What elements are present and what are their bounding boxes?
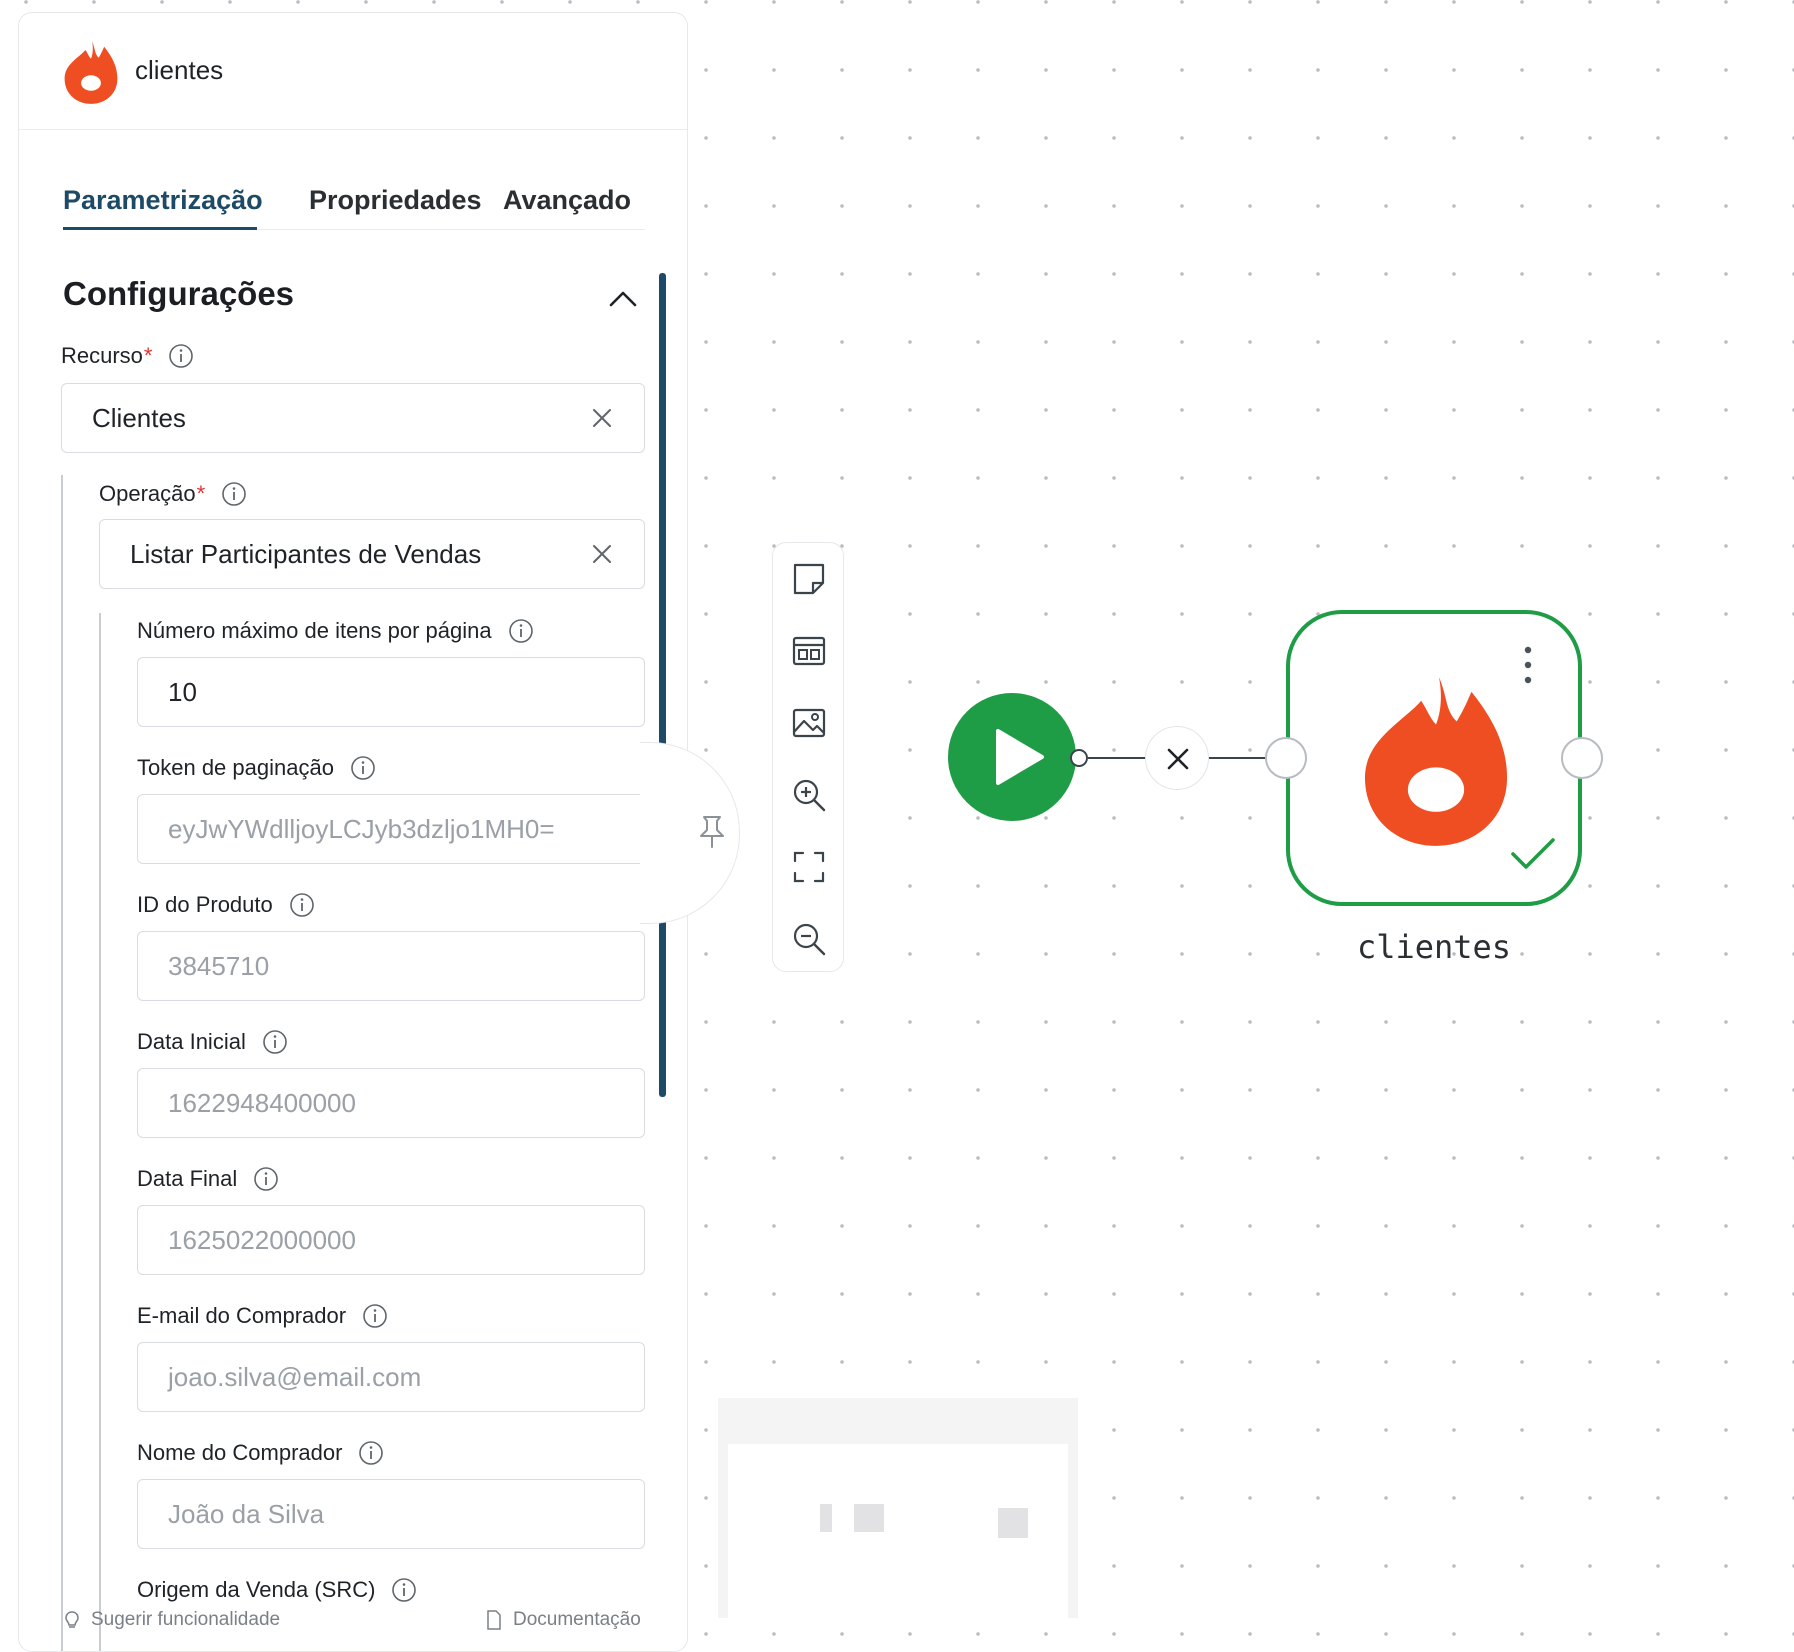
edge-line — [1209, 757, 1267, 759]
zoom-out-icon[interactable] — [791, 921, 827, 957]
email-label: E-mail do Comprador — [137, 1303, 388, 1329]
email-input[interactable]: joao.silva@email.com — [137, 1342, 645, 1412]
token-label: Token de paginação — [137, 755, 376, 781]
pin-icon[interactable] — [696, 814, 728, 850]
info-icon[interactable] — [358, 1440, 384, 1466]
chevron-up-icon[interactable] — [605, 281, 641, 317]
info-icon[interactable] — [221, 481, 247, 507]
zoom-in-icon[interactable] — [791, 777, 827, 813]
nome-label-text: Nome do Comprador — [137, 1440, 343, 1465]
max-itens-value: 10 — [168, 676, 197, 707]
required-mark: * — [196, 481, 206, 506]
config-panel: clientes Parametrização Propriedades Ava… — [18, 12, 688, 1652]
documentation-text: Documentação — [513, 1609, 641, 1630]
info-icon[interactable] — [391, 1577, 417, 1603]
info-icon[interactable] — [508, 618, 534, 644]
document-icon — [487, 1610, 501, 1630]
edge-line — [1088, 757, 1146, 759]
close-icon — [1167, 748, 1189, 770]
minimap-node — [998, 1508, 1028, 1538]
minimap-viewport — [728, 1444, 1068, 1624]
info-icon[interactable] — [262, 1029, 288, 1055]
info-icon[interactable] — [350, 755, 376, 781]
start-output-handle[interactable] — [1070, 749, 1088, 767]
operacao-label-text: Operação — [99, 481, 196, 506]
clientes-node[interactable] — [1286, 610, 1582, 906]
clear-icon[interactable] — [590, 542, 614, 566]
node-input-port[interactable] — [1265, 737, 1307, 779]
play-icon — [996, 729, 1044, 785]
data-final-input[interactable]: 1625022000000 — [137, 1205, 645, 1275]
operacao-label: Operação * — [99, 481, 247, 507]
info-icon[interactable] — [168, 343, 194, 369]
token-label-text: Token de paginação — [137, 755, 334, 780]
data-final-placeholder: 1625022000000 — [168, 1224, 356, 1255]
required-mark: * — [143, 343, 153, 368]
suggest-feature-text: Sugerir funcionalidade — [91, 1609, 281, 1630]
email-placeholder: joao.silva@email.com — [168, 1361, 422, 1392]
suggest-feature-link[interactable]: Sugerir funcionalidade — [63, 1609, 280, 1631]
section-title: Configurações — [63, 275, 295, 312]
start-trigger-node[interactable] — [948, 693, 1076, 821]
data-inicial-placeholder: 1622948400000 — [168, 1087, 356, 1118]
success-check-icon — [1511, 838, 1555, 869]
node-label: clientes — [1356, 928, 1512, 966]
recurso-label: Recurso * — [61, 343, 194, 369]
fit-view-icon[interactable] — [791, 849, 827, 885]
data-inicial-label: Data Inicial — [137, 1029, 288, 1055]
active-tab-indicator — [63, 227, 257, 230]
origem-label: Origem da Venda (SRC) — [137, 1577, 417, 1603]
tab-avancado[interactable]: Avançado — [503, 185, 631, 216]
documentation-link[interactable]: Documentação — [485, 1609, 641, 1631]
panel-scrollbar[interactable] — [659, 273, 666, 1097]
delete-edge-button[interactable] — [1145, 726, 1209, 790]
clear-icon[interactable] — [590, 406, 614, 430]
node-output-port[interactable] — [1561, 737, 1603, 779]
id-produto-placeholder: 3845710 — [168, 950, 270, 981]
id-produto-label-text: ID do Produto — [137, 892, 273, 917]
tab-propriedades[interactable]: Propriedades — [309, 185, 482, 216]
recurso-label-text: Recurso — [61, 343, 143, 368]
max-itens-label-text: Número máximo de itens por página — [137, 618, 492, 643]
data-inicial-label-text: Data Inicial — [137, 1029, 246, 1054]
minimap-node — [854, 1504, 884, 1532]
info-icon[interactable] — [362, 1303, 388, 1329]
canvas-toolbar — [772, 542, 844, 972]
recurso-select[interactable]: Clientes — [61, 383, 645, 453]
data-final-label-text: Data Final — [137, 1166, 238, 1191]
max-itens-input[interactable]: 10 — [137, 657, 645, 727]
panel-header: clientes — [19, 13, 687, 130]
more-options-icon[interactable] — [1518, 644, 1538, 686]
sticky-note-icon[interactable] — [791, 561, 827, 597]
flame-logo-icon — [64, 41, 118, 104]
lightbulb-icon — [65, 1611, 79, 1628]
info-icon[interactable] — [253, 1166, 279, 1192]
minimap-node — [820, 1504, 832, 1532]
nesting-line — [61, 475, 63, 1651]
recurso-value: Clientes — [92, 402, 186, 433]
email-label-text: E-mail do Comprador — [137, 1303, 347, 1328]
data-final-label: Data Final — [137, 1166, 279, 1192]
id-produto-label: ID do Produto — [137, 892, 315, 918]
nome-label: Nome do Comprador — [137, 1440, 384, 1466]
minimap[interactable] — [718, 1398, 1078, 1624]
layout-icon[interactable] — [791, 633, 827, 669]
nesting-line — [99, 613, 101, 1651]
nome-placeholder: João da Silva — [168, 1498, 325, 1529]
info-icon[interactable] — [289, 892, 315, 918]
operacao-select[interactable]: Listar Participantes de Vendas — [99, 519, 645, 589]
token-input[interactable]: eyJwYWdlljoyLCJyb3dzljo1MH0= — [137, 794, 645, 864]
max-itens-label: Número máximo de itens por página — [137, 618, 534, 644]
nome-input[interactable]: João da Silva — [137, 1479, 645, 1549]
origem-label-text: Origem da Venda (SRC) — [137, 1577, 376, 1602]
tabs: Parametrização Propriedades Avançado — [63, 171, 645, 230]
id-produto-input[interactable]: 3845710 — [137, 931, 645, 1001]
panel-title: clientes — [135, 55, 224, 85]
token-placeholder: eyJwYWdlljoyLCJyb3dzljo1MH0= — [168, 813, 555, 844]
operacao-value: Listar Participantes de Vendas — [130, 538, 482, 569]
flame-logo-icon — [1364, 677, 1508, 846]
data-inicial-input[interactable]: 1622948400000 — [137, 1068, 645, 1138]
image-icon[interactable] — [791, 705, 827, 741]
tab-parametrizacao[interactable]: Parametrização — [63, 185, 263, 216]
